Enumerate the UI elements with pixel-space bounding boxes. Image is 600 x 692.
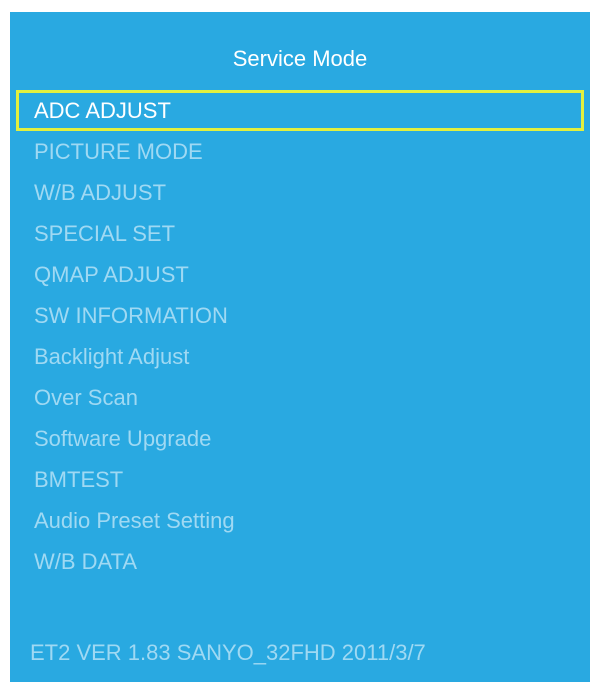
menu-item-label: SW INFORMATION <box>34 303 228 328</box>
menu-item-special-set[interactable]: SPECIAL SET <box>16 213 584 254</box>
menu-item-label: BMTEST <box>34 467 124 492</box>
menu-item-qmap-adjust[interactable]: QMAP ADJUST <box>16 254 584 295</box>
menu-item-label: Over Scan <box>34 385 138 410</box>
menu-item-bmtest[interactable]: BMTEST <box>16 459 584 500</box>
menu-item-backlight-adjust[interactable]: Backlight Adjust <box>16 336 584 377</box>
menu-item-label: PICTURE MODE <box>34 139 203 164</box>
menu-item-picture-mode[interactable]: PICTURE MODE <box>16 131 584 172</box>
menu-item-software-upgrade[interactable]: Software Upgrade <box>16 418 584 459</box>
service-menu: ADC ADJUST PICTURE MODE W/B ADJUST SPECI… <box>16 90 584 582</box>
menu-item-label: Audio Preset Setting <box>34 508 235 533</box>
menu-item-label: SPECIAL SET <box>34 221 176 246</box>
menu-item-over-scan[interactable]: Over Scan <box>16 377 584 418</box>
menu-item-audio-preset-setting[interactable]: Audio Preset Setting <box>16 500 584 541</box>
version-info: ET2 VER 1.83 SANYO_32FHD 2011/3/7 <box>30 640 426 665</box>
menu-item-label: W/B ADJUST <box>34 180 167 205</box>
menu-item-wb-data[interactable]: W/B DATA <box>16 541 584 582</box>
menu-item-label: Software Upgrade <box>34 426 212 451</box>
menu-item-label: QMAP ADJUST <box>34 262 189 287</box>
menu-item-wb-adjust[interactable]: W/B ADJUST <box>16 172 584 213</box>
menu-item-label: ADC ADJUST <box>34 98 171 123</box>
menu-item-adc-adjust[interactable]: ADC ADJUST <box>16 90 584 131</box>
menu-item-label: Backlight Adjust <box>34 344 190 369</box>
screen-title: Service Mode <box>232 46 368 71</box>
menu-item-label: W/B DATA <box>34 549 138 574</box>
menu-item-sw-information[interactable]: SW INFORMATION <box>16 295 584 336</box>
service-mode-screen: Service Mode ADC ADJUST PICTURE MODE W/B… <box>10 12 590 682</box>
